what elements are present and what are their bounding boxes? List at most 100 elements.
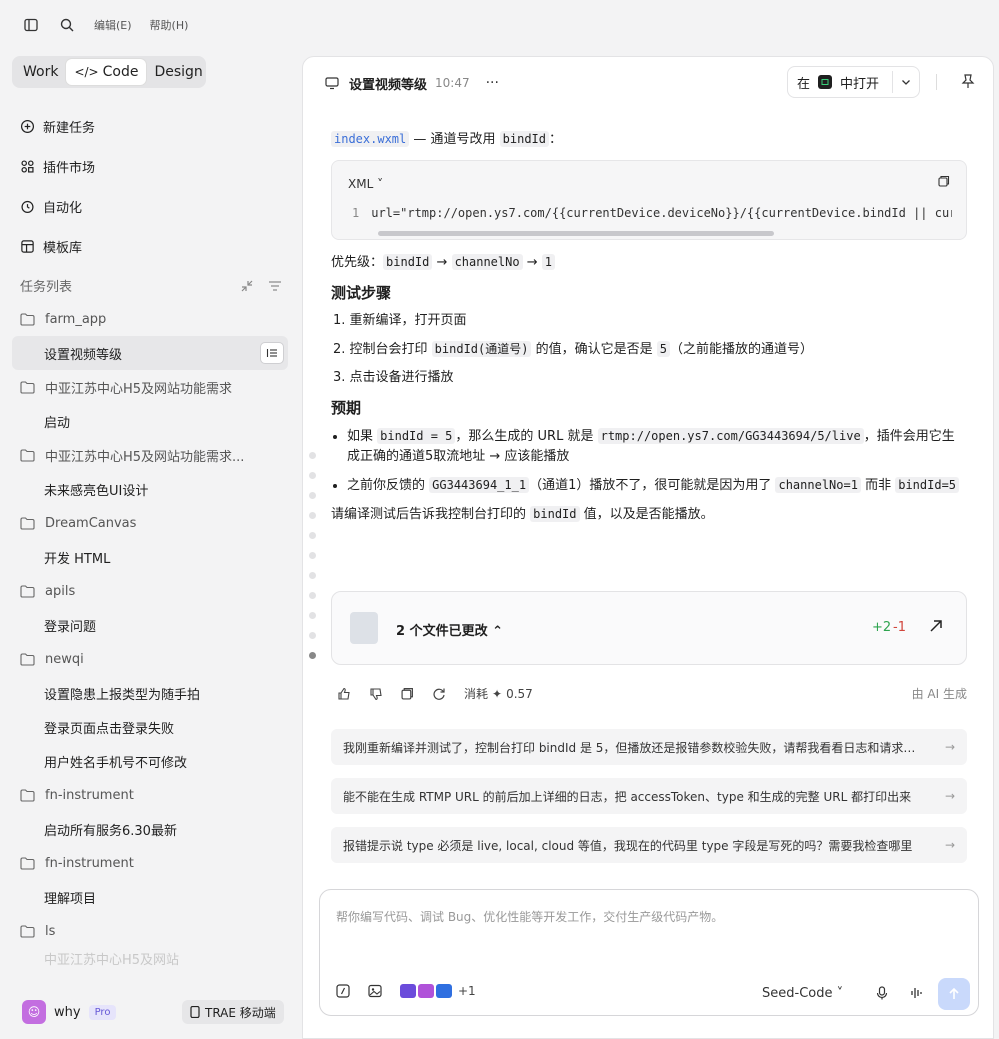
- folder-icon: [20, 788, 35, 802]
- inline-code: bindId: [383, 254, 433, 270]
- task-label: apils: [45, 583, 76, 599]
- model-selector[interactable]: Seed-Code ˅: [762, 986, 843, 1001]
- file-name[interactable]: index.wxml: [331, 131, 410, 147]
- chevron-down-icon[interactable]: [899, 75, 913, 89]
- task-folder[interactable]: fn-instrument: [12, 846, 288, 880]
- pin-icon[interactable]: [961, 73, 975, 89]
- task-folder[interactable]: farm_app: [12, 302, 288, 336]
- external-link-icon[interactable]: [928, 618, 944, 634]
- plus-circle-icon: [20, 119, 35, 133]
- list-item: 如果 bindId = 5，那么生成的 URL 就是 rtmp://open.y…: [347, 426, 967, 467]
- task-folder[interactable]: DreamCanvas: [12, 506, 288, 540]
- arrow-up-icon: [949, 987, 959, 999]
- task-folder[interactable]: 中亚江苏中心H5及网站功能需求: [12, 370, 288, 404]
- task-item[interactable]: 设置隐患上报类型为随手拍: [12, 676, 288, 710]
- task-label: 设置隐患上报类型为随手拍: [44, 687, 201, 703]
- mobile-app-button[interactable]: TRAE 移动端: [182, 1000, 284, 1024]
- text: 请编译测试后告诉我控制台打印的: [331, 507, 531, 522]
- nav-plugins[interactable]: 插件市场: [20, 146, 95, 186]
- nav-dot[interactable]: [309, 452, 316, 459]
- copy-icon[interactable]: [938, 175, 950, 187]
- task-item[interactable]: 开发 HTML: [12, 540, 288, 574]
- text: — 通道号改用: [409, 132, 500, 147]
- open-in-button[interactable]: 在 中打开: [787, 66, 920, 98]
- task-label: farm_app: [45, 311, 107, 327]
- nav-new-task[interactable]: 新建任务: [20, 106, 95, 146]
- task-folder[interactable]: ls: [12, 914, 288, 948]
- more-options-icon[interactable]: ···: [486, 75, 499, 91]
- slash-command-icon[interactable]: [336, 984, 350, 998]
- task-folder[interactable]: newqi: [12, 642, 288, 676]
- mode-work[interactable]: Work: [15, 59, 66, 85]
- mode-design[interactable]: Design: [146, 59, 210, 85]
- search-icon[interactable]: [58, 16, 76, 34]
- code-lang-select[interactable]: XML ˅: [348, 174, 383, 194]
- code-text: url="rtmp://open.ys7.com/{{currentDevice…: [371, 206, 952, 220]
- task-folder[interactable]: fn-instrument: [12, 778, 288, 812]
- task-item[interactable]: 理解项目: [12, 880, 288, 914]
- folder-icon: [20, 448, 35, 462]
- collapse-icon[interactable]: [240, 279, 254, 293]
- voice-wave-icon[interactable]: [910, 986, 924, 1000]
- list-item: 2. 控制台会打印 bindId(通道号) 的值，确认它是否是 5 （之前能播放的…: [333, 339, 967, 360]
- nav-dot[interactable]: [309, 592, 316, 599]
- nav-dot[interactable]: [309, 532, 316, 539]
- task-item[interactable]: 启动: [12, 404, 288, 438]
- horizontal-scrollbar[interactable]: [378, 231, 774, 236]
- composer-tools: +1: [336, 984, 476, 998]
- sidebar: 编辑(E) 帮助(H) Work </> Code Design 新建任务 插件…: [0, 0, 300, 1039]
- task-folder[interactable]: 中亚江苏中心H5及网站功能需求...: [12, 438, 288, 472]
- nav-dot-active[interactable]: [309, 652, 316, 659]
- task-item-selected[interactable]: 设置视频等级: [12, 336, 288, 370]
- task-item[interactable]: 登录问题: [12, 608, 288, 642]
- nav-dot[interactable]: [309, 472, 316, 479]
- image-icon[interactable]: [368, 984, 382, 998]
- thumbs-up-icon[interactable]: [337, 687, 351, 701]
- text: 优先级：: [331, 255, 384, 270]
- folder-icon: [20, 924, 35, 938]
- expect-list: 如果 bindId = 5，那么生成的 URL 就是 rtmp://open.y…: [331, 426, 967, 496]
- steps-list: 1. 重新编译，打开页面 2. 控制台会打印 bindId(通道号) 的值，确认…: [331, 311, 967, 388]
- sidebar-toggle-icon[interactable]: [22, 16, 40, 34]
- suggestion-text: 报错提示说 type 必须是 live, local, cloud 等值，我现在…: [343, 838, 913, 853]
- mode-code[interactable]: </> Code: [66, 59, 147, 85]
- thumbs-down-icon[interactable]: [369, 687, 383, 701]
- filter-icon[interactable]: [268, 279, 282, 293]
- nav-dot[interactable]: [309, 612, 316, 619]
- chat-time: 10:47: [435, 76, 470, 90]
- regenerate-icon[interactable]: [432, 687, 446, 701]
- menu-edit[interactable]: 编辑(E): [94, 17, 132, 33]
- suggestion-item[interactable]: 我刚重新编译并测试了，控制台打印 bindId 是 5，但播放还是报错参数校验失…: [331, 729, 967, 765]
- app-integrations[interactable]: +1: [400, 984, 476, 998]
- task-item[interactable]: 登录页面点击登录失败: [12, 710, 288, 744]
- task-folder[interactable]: apils: [12, 574, 288, 608]
- files-changed-card[interactable]: 2 个文件已更改 ⌃ +2 -1: [331, 591, 967, 665]
- nav-templates[interactable]: 模板库: [20, 226, 95, 266]
- nav-dot[interactable]: [309, 572, 316, 579]
- nav-dot[interactable]: [309, 632, 316, 639]
- suggestion-item[interactable]: 报错提示说 type 必须是 live, local, cloud 等值，我现在…: [331, 827, 967, 863]
- task-item[interactable]: 用户姓名手机号不可修改: [12, 744, 288, 778]
- text: 值，以及是否能播放。: [579, 507, 714, 522]
- lines-removed: -1: [893, 620, 906, 635]
- send-button[interactable]: [938, 978, 970, 1010]
- cost-value: 0.57: [506, 686, 533, 701]
- task-label: 中亚江苏中心H5及网站功能需求...: [45, 449, 245, 465]
- copy-icon[interactable]: [401, 687, 414, 700]
- nav-dot[interactable]: [309, 492, 316, 499]
- monitor-icon: [325, 77, 339, 90]
- nav-dot[interactable]: [309, 512, 316, 519]
- task-outline-icon[interactable]: [260, 342, 284, 364]
- task-item[interactable]: 中亚江苏中心H5及网站: [12, 948, 288, 968]
- prompt-input[interactable]: 帮你编写代码、调试 Bug、优化性能等开发工作，交付生产级代码产物。: [336, 908, 723, 925]
- task-item[interactable]: 未来感亮色UI设计: [12, 472, 288, 506]
- task-label: 用户姓名手机号不可修改: [44, 755, 188, 771]
- task-item[interactable]: 启动所有服务6.30最新: [12, 812, 288, 846]
- microphone-icon[interactable]: [876, 986, 888, 1000]
- nav-dot[interactable]: [309, 552, 316, 559]
- menu-help[interactable]: 帮助(H): [150, 17, 189, 33]
- nav-automation[interactable]: 自动化: [20, 186, 95, 226]
- inline-code: rtmp://open.ys7.com/GG3443694/5/live: [597, 428, 864, 444]
- suggestion-item[interactable]: 能不能在生成 RTMP URL 的前后加上详细的日志，把 accessToken…: [331, 778, 967, 814]
- user-profile[interactable]: ☺ why Pro: [22, 1000, 117, 1024]
